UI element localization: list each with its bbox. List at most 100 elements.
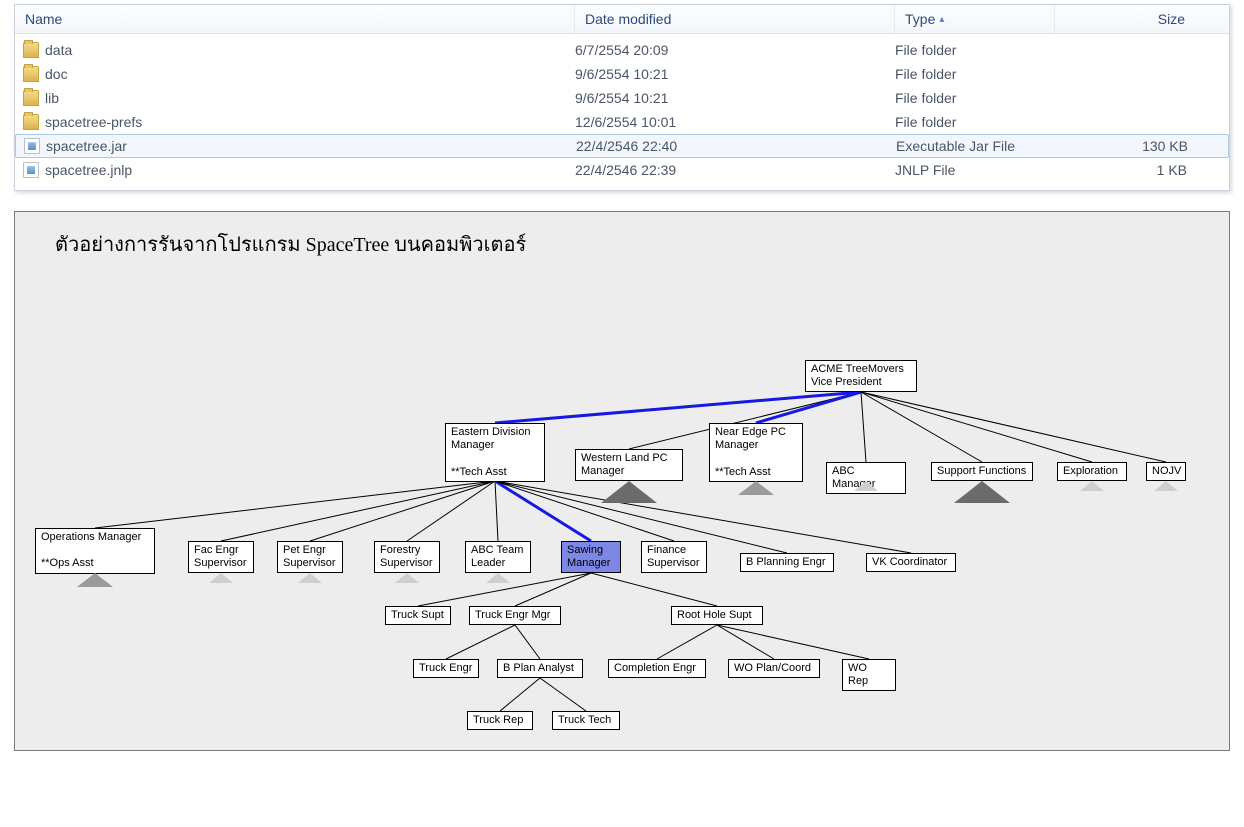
tree-link — [95, 481, 495, 528]
tree-node[interactable]: ABC TeamLeader — [465, 541, 531, 573]
tree-link — [495, 481, 591, 541]
tree-node[interactable]: SawingManager — [561, 541, 621, 573]
tree-link — [861, 392, 1092, 462]
tree-node[interactable]: Near Edge PCManager**Tech Asst — [709, 423, 803, 482]
collapse-indicator-icon[interactable] — [854, 481, 878, 491]
file-row[interactable]: doc 9/6/2554 10:21 File folder — [15, 62, 1229, 86]
tree-node[interactable]: Support Functions — [931, 462, 1033, 481]
file-name: data — [45, 42, 72, 58]
file-name: spacetree.jnlp — [45, 162, 132, 178]
file-date: 22/4/2546 22:40 — [576, 138, 896, 154]
file-name: lib — [45, 90, 59, 106]
file-name-cell: lib — [23, 90, 575, 106]
folder-icon — [23, 66, 39, 82]
file-type: Executable Jar File — [896, 138, 1056, 154]
tree-node[interactable]: VK Coordinator — [866, 553, 956, 572]
tree-node[interactable]: Truck Engr — [413, 659, 479, 678]
folder-icon — [23, 114, 39, 130]
tree-link — [446, 625, 515, 659]
column-headers: Name Date modified Type ▴ Size — [15, 5, 1229, 34]
tree-node[interactable]: NOJV — [1146, 462, 1186, 481]
jar-file-icon — [23, 162, 39, 178]
tree-link — [515, 573, 591, 606]
tree-link — [495, 392, 861, 423]
tree-link — [861, 392, 866, 462]
file-date: 12/6/2554 10:01 — [575, 114, 895, 130]
tree-node[interactable]: Completion Engr — [608, 659, 706, 678]
tree-link — [500, 678, 540, 711]
file-name-cell: spacetree.jnlp — [23, 162, 575, 178]
tree-link — [407, 481, 495, 541]
file-name: doc — [45, 66, 68, 82]
tree-node[interactable]: WO Rep — [842, 659, 896, 691]
tree-node[interactable]: Western Land PCManager — [575, 449, 683, 481]
file-type: File folder — [895, 90, 1055, 106]
file-type: File folder — [895, 42, 1055, 58]
tree-diagram[interactable]: ACME TreeMoversVice President Eastern Div… — [15, 260, 1229, 740]
file-list: data 6/7/2554 20:09 File folder doc 9/6/… — [15, 34, 1229, 190]
tree-node[interactable]: Eastern DivisionManager**Tech Asst — [445, 423, 545, 482]
collapse-indicator-icon[interactable] — [486, 573, 510, 583]
file-type: JNLP File — [895, 162, 1055, 178]
file-explorer: Name Date modified Type ▴ Size data 6/7/… — [14, 4, 1230, 191]
tree-node[interactable]: FinanceSupervisor — [641, 541, 707, 573]
file-row[interactable]: lib 9/6/2554 10:21 File folder — [15, 86, 1229, 110]
tree-node[interactable]: Fac EngrSupervisor — [188, 541, 254, 573]
file-date: 9/6/2554 10:21 — [575, 90, 895, 106]
file-date: 9/6/2554 10:21 — [575, 66, 895, 82]
file-name-cell: doc — [23, 66, 575, 82]
folder-icon — [23, 90, 39, 106]
tree-node[interactable]: ACME TreeMoversVice President — [805, 360, 917, 392]
file-row[interactable]: spacetree.jnlp 22/4/2546 22:39 JNLP File… — [15, 158, 1229, 182]
file-name: spacetree-prefs — [45, 114, 142, 130]
sort-ascending-icon: ▴ — [939, 14, 944, 25]
collapse-indicator-icon[interactable] — [1154, 481, 1178, 491]
header-type[interactable]: Type ▴ — [895, 5, 1055, 33]
collapse-indicator-icon[interactable] — [601, 481, 657, 503]
header-name[interactable]: Name — [15, 5, 575, 33]
tree-link — [540, 678, 586, 711]
tree-link — [861, 392, 982, 462]
file-type: File folder — [895, 66, 1055, 82]
collapse-indicator-icon[interactable] — [209, 573, 233, 583]
tree-node[interactable]: Exploration — [1057, 462, 1127, 481]
file-row[interactable]: data 6/7/2554 20:09 File folder — [15, 38, 1229, 62]
spacetree-panel: ตัวอย่างการรันจากโปรแกรม SpaceTree บนคอม… — [14, 211, 1230, 751]
tree-link — [495, 481, 498, 541]
tree-node[interactable]: ForestrySupervisor — [374, 541, 440, 573]
tree-link — [717, 625, 774, 659]
header-date[interactable]: Date modified — [575, 5, 895, 33]
tree-link — [756, 392, 861, 423]
tree-node[interactable]: B Planning Engr — [740, 553, 834, 572]
file-row[interactable]: spacetree.jar 22/4/2546 22:40 Executable… — [15, 134, 1229, 158]
collapse-indicator-icon[interactable] — [738, 481, 774, 495]
jar-file-icon — [24, 138, 40, 154]
tree-node[interactable]: Truck Rep — [467, 711, 533, 730]
tree-link — [310, 481, 495, 541]
file-name-cell: spacetree-prefs — [23, 114, 575, 130]
file-size: 130 KB — [1056, 138, 1188, 154]
file-name: spacetree.jar — [46, 138, 127, 154]
tree-node[interactable]: Root Hole Supt — [671, 606, 763, 625]
file-type: File folder — [895, 114, 1055, 130]
collapse-indicator-icon[interactable] — [298, 573, 322, 583]
tree-node[interactable]: Truck Engr Mgr — [469, 606, 561, 625]
tree-link — [657, 625, 717, 659]
header-size[interactable]: Size — [1055, 5, 1195, 33]
collapse-indicator-icon[interactable] — [954, 481, 1010, 503]
tree-node[interactable]: Operations Manager**Ops Asst — [35, 528, 155, 574]
file-date: 6/7/2554 20:09 — [575, 42, 895, 58]
collapse-indicator-icon[interactable] — [77, 573, 113, 587]
collapse-indicator-icon[interactable] — [395, 573, 419, 583]
tree-node[interactable]: Pet EngrSupervisor — [277, 541, 343, 573]
header-type-label: Type — [905, 11, 935, 27]
tree-node[interactable]: Truck Tech — [552, 711, 620, 730]
tree-node[interactable]: Truck Supt — [385, 606, 451, 625]
caption-text: ตัวอย่างการรันจากโปรแกรม SpaceTree บนคอม… — [15, 212, 1229, 260]
tree-node[interactable]: WO Plan/Coord — [728, 659, 820, 678]
tree-node[interactable]: B Plan Analyst — [497, 659, 583, 678]
tree-link — [591, 573, 717, 606]
tree-link — [515, 625, 540, 659]
collapse-indicator-icon[interactable] — [1080, 481, 1104, 491]
file-row[interactable]: spacetree-prefs 12/6/2554 10:01 File fol… — [15, 110, 1229, 134]
